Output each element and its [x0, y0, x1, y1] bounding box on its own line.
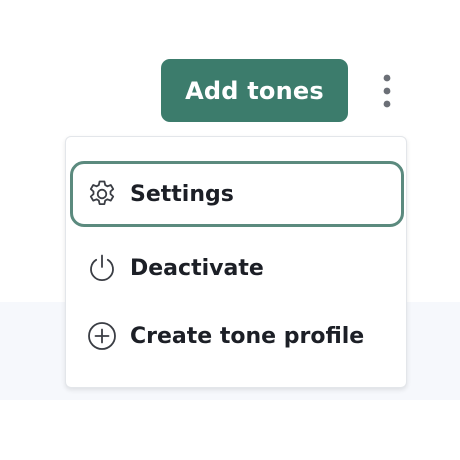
menu-item-settings[interactable]: Settings	[70, 161, 404, 227]
add-tones-button-label: Add tones	[185, 76, 324, 105]
vertical-ellipsis-icon	[383, 74, 391, 108]
options-dropdown-menu: Settings Deactivate Create tone profile	[65, 136, 407, 388]
menu-item-deactivate[interactable]: Deactivate	[70, 235, 404, 301]
plus-circle-icon	[84, 318, 120, 354]
gear-icon	[84, 176, 120, 212]
page: Add tones Settings Deactivate Create ton…	[0, 0, 460, 460]
power-icon	[84, 250, 120, 286]
add-tones-button[interactable]: Add tones	[161, 59, 348, 122]
menu-item-create-tone-profile-label: Create tone profile	[130, 323, 365, 349]
menu-item-settings-label: Settings	[130, 181, 234, 207]
menu-item-deactivate-label: Deactivate	[130, 255, 264, 281]
more-options-button[interactable]	[372, 68, 402, 114]
menu-item-create-tone-profile[interactable]: Create tone profile	[70, 303, 404, 369]
